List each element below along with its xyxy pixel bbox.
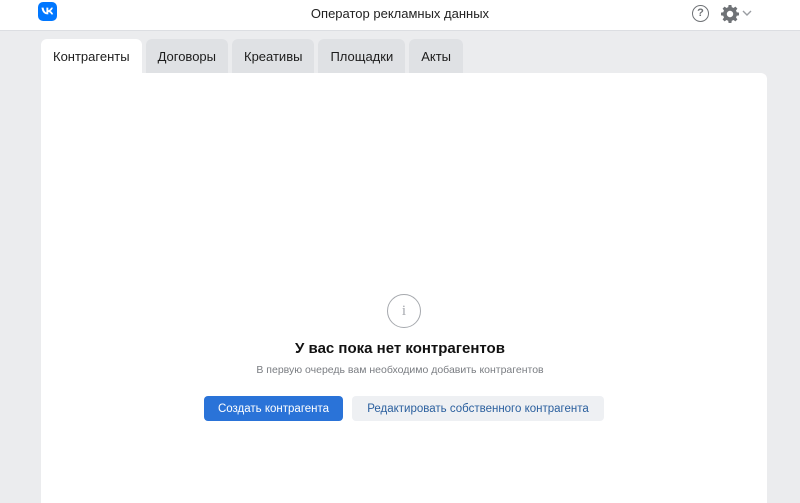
create-counterparty-button[interactable]: Создать контрагента bbox=[204, 396, 343, 421]
tab-acts[interactable]: Акты bbox=[409, 39, 464, 73]
help-icon[interactable]: ? bbox=[692, 5, 709, 22]
info-icon: i bbox=[387, 294, 421, 328]
tab-platforms[interactable]: Площадки bbox=[318, 39, 406, 73]
edit-own-counterparty-button[interactable]: Редактировать собственного контрагента bbox=[352, 396, 604, 421]
empty-state-subtitle: В первую очередь вам необходимо добавить… bbox=[256, 364, 544, 376]
empty-state-title: У вас пока нет контрагентов bbox=[295, 340, 505, 357]
app-title: Оператор рекламных данных bbox=[310, 6, 490, 21]
content-panel bbox=[41, 73, 767, 503]
top-bar: Оператор рекламных данных ? bbox=[0, 0, 800, 31]
gear-icon[interactable] bbox=[720, 4, 740, 24]
chevron-down-icon[interactable] bbox=[742, 9, 752, 17]
tab-creatives[interactable]: Креативы bbox=[232, 39, 315, 73]
tab-contracts[interactable]: Договоры bbox=[145, 39, 228, 73]
tab-bar: Контрагенты Договоры Креативы Площадки А… bbox=[41, 39, 464, 73]
tab-counterparties[interactable]: Контрагенты bbox=[41, 39, 142, 73]
